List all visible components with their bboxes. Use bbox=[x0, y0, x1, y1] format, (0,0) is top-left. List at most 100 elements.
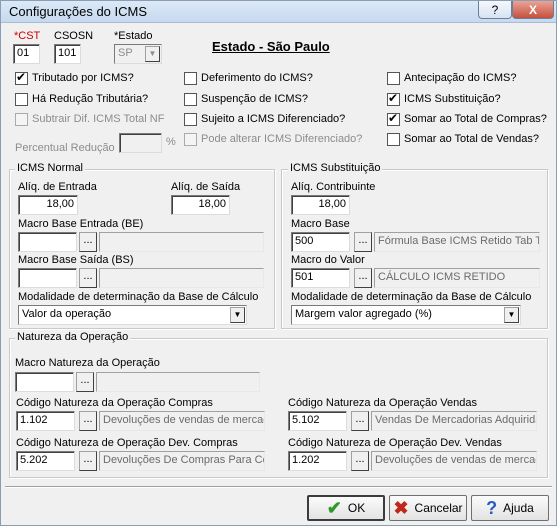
alterar-checkbox[interactable] bbox=[184, 133, 197, 146]
reducao-checkbox[interactable] bbox=[15, 93, 28, 106]
macro-bs-lookup-button[interactable]: ... bbox=[79, 268, 97, 288]
subtrair-checkbox[interactable] bbox=[15, 113, 28, 126]
chevron-down-icon: ▼ bbox=[145, 46, 160, 62]
close-button[interactable]: X bbox=[512, 1, 554, 19]
macro-natureza-label: Macro Natureza da Operação bbox=[15, 357, 160, 369]
dev-vendas-description: Devoluções de vendas de mercac bbox=[371, 451, 537, 471]
estado-select[interactable]: SP ▼ bbox=[114, 44, 162, 64]
compras-label: Código Natureza da Operação Compras bbox=[16, 397, 213, 409]
antecipacao-label: Antecipação do ICMS? bbox=[404, 72, 517, 84]
help-icon: ? bbox=[491, 2, 499, 17]
modalidade-normal-label: Modalidade de determinação da Base de Cá… bbox=[18, 291, 259, 303]
suspencao-label: Suspenção de ICMS? bbox=[201, 93, 309, 105]
macro-bs-label: Macro Base Saída (BS) bbox=[18, 254, 134, 266]
macro-natureza-description bbox=[96, 372, 260, 392]
vendas-code-input[interactable]: 5.102 bbox=[288, 411, 347, 431]
cst-input[interactable]: 01 bbox=[13, 44, 40, 64]
csosn-input[interactable]: 101 bbox=[54, 44, 81, 64]
percentual-input[interactable] bbox=[119, 133, 162, 153]
tributado-checkbox[interactable] bbox=[15, 70, 28, 85]
sujeito-label: Sujeito a ICMS Diferenciado? bbox=[201, 113, 346, 125]
substituicao-label: ICMS Substituição? bbox=[404, 93, 501, 105]
modalidade-st-label: Modalidade de determinação da Base de Cá… bbox=[291, 291, 532, 303]
macro-be-description bbox=[99, 232, 264, 252]
aliq-saida-label: Alíq. de Saída bbox=[171, 181, 241, 193]
ok-button[interactable]: ✔ OK bbox=[307, 495, 385, 521]
macro-base-description: Fórmula Base ICMS Retido Tab T bbox=[374, 232, 540, 252]
dev-compras-label: Código Natureza de Operação Dev. Compras bbox=[16, 437, 238, 449]
modalidade-st-select[interactable]: Margem valor agregado (%) ▼ bbox=[291, 305, 521, 325]
macro-valor-input[interactable]: 501 bbox=[291, 268, 350, 288]
help-button[interactable]: ? Ajuda bbox=[471, 495, 549, 521]
macro-valor-description: CÁLCULO ICMS RETIDO bbox=[374, 268, 540, 288]
aliq-contribuinte-input[interactable]: 18,00 bbox=[291, 195, 350, 215]
macro-base-input[interactable]: 500 bbox=[291, 232, 350, 252]
percent-sign: % bbox=[166, 136, 176, 148]
macro-be-lookup-button[interactable]: ... bbox=[79, 232, 97, 252]
macro-natureza-input[interactable] bbox=[15, 372, 74, 392]
macro-bs-description bbox=[99, 268, 264, 288]
aliq-entrada-label: Alíq. de Entrada bbox=[18, 181, 97, 193]
somar-vendas-checkbox[interactable] bbox=[387, 133, 400, 146]
vendas-description: Vendas De Mercadorias Adquirida bbox=[371, 411, 537, 431]
estado-value: SP bbox=[118, 47, 133, 59]
subtrair-label: Subtrair Dif. ICMS Total NF bbox=[32, 113, 165, 125]
aliq-saida-input[interactable]: 18,00 bbox=[171, 195, 230, 215]
dev-compras-lookup-button[interactable]: ... bbox=[79, 451, 97, 471]
somar-compras-checkbox[interactable] bbox=[387, 111, 400, 126]
estado-label: *Estado bbox=[114, 30, 153, 42]
state-heading: Estado - São Paulo bbox=[212, 39, 330, 54]
checkmark-icon: ✔ bbox=[326, 497, 342, 518]
vendas-lookup-button[interactable]: ... bbox=[351, 411, 369, 431]
diferimento-checkbox[interactable] bbox=[184, 72, 197, 85]
compras-lookup-button[interactable]: ... bbox=[79, 411, 97, 431]
alterar-label: Pode alterar ICMS Diferenciado? bbox=[201, 133, 363, 145]
macro-be-label: Macro Base Entrada (BE) bbox=[18, 218, 144, 230]
aliq-contribuinte-label: Alíq. Contribuinte bbox=[291, 181, 376, 193]
macro-natureza-lookup-button[interactable]: ... bbox=[76, 372, 94, 392]
cancel-button[interactable]: ✖ Cancelar bbox=[389, 495, 467, 521]
dev-vendas-label: Código Natureza de Operação Dev. Vendas bbox=[288, 437, 502, 449]
sujeito-checkbox[interactable] bbox=[184, 113, 197, 126]
dev-compras-description: Devoluções De Compras Para Co bbox=[99, 451, 265, 471]
compras-description: Devoluções de vendas de mercac bbox=[99, 411, 265, 431]
chevron-down-icon: ▼ bbox=[230, 307, 245, 323]
natureza-title: Natureza da Operação bbox=[15, 331, 131, 343]
dev-vendas-lookup-button[interactable]: ... bbox=[351, 451, 369, 471]
substituicao-checkbox[interactable] bbox=[387, 91, 400, 106]
macro-bs-input[interactable] bbox=[18, 268, 77, 288]
cancel-x-icon: ✖ bbox=[393, 497, 409, 518]
icms-normal-title: ICMS Normal bbox=[15, 162, 86, 174]
macro-valor-lookup-button[interactable]: ... bbox=[354, 268, 372, 288]
ok-label: OK bbox=[347, 501, 366, 515]
close-icon: X bbox=[528, 2, 537, 17]
macro-valor-label: Macro do Valor bbox=[291, 254, 365, 266]
title-bar: Configurações do ICMS ? X bbox=[1, 1, 556, 23]
help-title-button[interactable]: ? bbox=[478, 1, 512, 19]
cst-label: *CST bbox=[14, 30, 41, 42]
icms-config-window: Configurações do ICMS ? X *CST 01 CSOSN … bbox=[0, 0, 557, 526]
help-question-icon: ? bbox=[486, 497, 498, 518]
percentual-label: Percentual Redução bbox=[15, 142, 115, 154]
macro-base-lookup-button[interactable]: ... bbox=[354, 232, 372, 252]
help-label: Ajuda bbox=[503, 501, 534, 515]
cancel-label: Cancelar bbox=[414, 501, 463, 515]
diferimento-label: Deferimento do ICMS? bbox=[201, 72, 313, 84]
chevron-down-icon: ▼ bbox=[504, 307, 519, 323]
dev-vendas-code-input[interactable]: 1.202 bbox=[288, 451, 347, 471]
suspencao-checkbox[interactable] bbox=[184, 93, 197, 106]
icms-st-title: ICMS Substituição bbox=[288, 162, 383, 174]
reducao-label: Há Redução Tributária? bbox=[32, 93, 149, 105]
aliq-entrada-input[interactable]: 18,00 bbox=[18, 195, 78, 215]
footer-divider bbox=[5, 486, 552, 488]
dev-compras-code-input[interactable]: 5.202 bbox=[16, 451, 75, 471]
tributado-label: Tributado por ICMS? bbox=[32, 72, 134, 84]
macro-be-input[interactable] bbox=[18, 232, 77, 252]
compras-code-input[interactable]: 1.102 bbox=[16, 411, 75, 431]
modalidade-normal-value: Valor da operação bbox=[22, 308, 112, 320]
csosn-label: CSOSN bbox=[54, 30, 94, 42]
modalidade-normal-select[interactable]: Valor da operação ▼ bbox=[18, 305, 247, 325]
somar-vendas-label: Somar ao Total de Vendas? bbox=[404, 133, 539, 145]
window-title: Configurações do ICMS bbox=[9, 4, 148, 19]
antecipacao-checkbox[interactable] bbox=[387, 72, 400, 85]
